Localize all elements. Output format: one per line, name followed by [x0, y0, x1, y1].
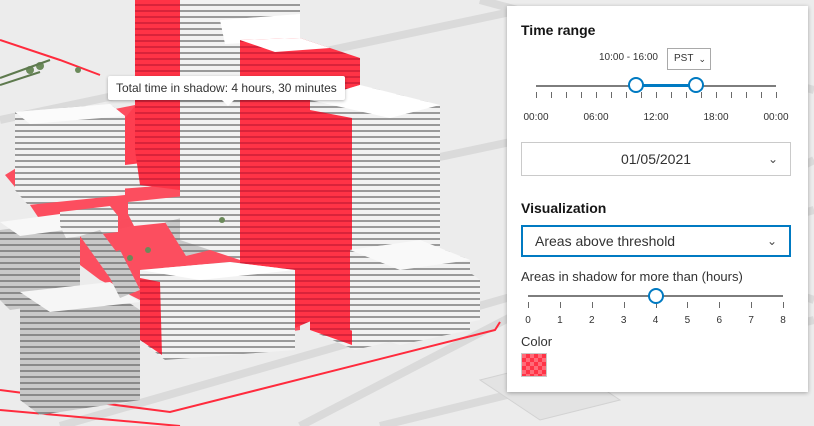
slider-tick-label: 06:00 — [583, 112, 609, 123]
slider-tick-label: 00:00 — [763, 112, 789, 123]
slider-tick — [559, 302, 561, 308]
time-range-label: 10:00 - 16:00 — [599, 52, 658, 63]
slider-tick — [746, 92, 747, 98]
slider-tick — [566, 92, 567, 98]
slider-tick — [783, 302, 784, 308]
building-far-right — [430, 265, 480, 328]
threshold-label: Areas in shadow for more than (hours) — [521, 269, 743, 284]
building-tower-right-shadow — [310, 110, 352, 345]
slider-tick — [623, 302, 625, 308]
slider-tick — [716, 92, 717, 98]
time-range-slider[interactable]: 00:00 06:00 12:00 18:00 00:00 — [507, 76, 808, 126]
start-time-thumb[interactable] — [628, 77, 644, 93]
slider-tick — [731, 92, 732, 98]
end-time-thumb[interactable] — [688, 77, 704, 93]
slider-tick — [761, 92, 762, 98]
visualization-value: Areas above threshold — [535, 233, 676, 249]
date-value: 01/05/2021 — [620, 151, 692, 167]
slider-tick — [626, 92, 627, 98]
slider-tick — [656, 92, 657, 98]
threshold-slider[interactable]: 012345678 — [507, 288, 808, 328]
slider-tick — [641, 92, 642, 98]
visualization-heading: Visualization — [521, 200, 607, 216]
slider-tick — [687, 302, 689, 308]
slider-tick — [701, 92, 702, 98]
timezone-select[interactable]: PST ⌄ — [667, 48, 711, 70]
slider-tick-label: 8 — [780, 315, 786, 326]
time-range-heading: Time range — [521, 22, 596, 38]
chevron-down-icon: ⌄ — [698, 54, 706, 64]
color-swatch[interactable] — [521, 353, 547, 377]
slider-tick — [751, 302, 753, 308]
timezone-value: PST — [674, 53, 694, 64]
slider-range-fill — [636, 84, 696, 87]
color-label: Color — [521, 334, 553, 349]
slider-tick — [551, 92, 552, 98]
slider-tick — [591, 302, 593, 308]
date-picker[interactable]: 01/05/2021 ⌄ — [521, 142, 791, 176]
threshold-thumb[interactable] — [647, 288, 664, 304]
slider-tick — [719, 302, 721, 308]
visualization-select[interactable]: Areas above threshold ⌄ — [521, 225, 791, 257]
shadow-cast-panel: Time range 10:00 - 16:00 PST ⌄ 00:00 06:0… — [507, 6, 808, 392]
slider-tick-label: 18:00 — [703, 112, 729, 123]
slider-tick — [528, 302, 529, 308]
slider-tick — [686, 92, 687, 98]
chevron-down-icon: ⌄ — [766, 234, 777, 248]
shadow-tooltip: Total time in shadow: 4 hours, 30 minute… — [108, 76, 345, 106]
slider-tick-label: 12:00 — [643, 112, 669, 123]
slider-tick-label: 00:00 — [523, 112, 549, 123]
slider-tick — [581, 92, 582, 98]
chevron-down-icon: ⌄ — [767, 152, 778, 166]
slider-tick — [536, 92, 537, 98]
slider-tick — [776, 92, 777, 98]
slider-tick — [671, 92, 672, 98]
slider-tick — [611, 92, 612, 98]
slider-tick — [596, 92, 597, 98]
